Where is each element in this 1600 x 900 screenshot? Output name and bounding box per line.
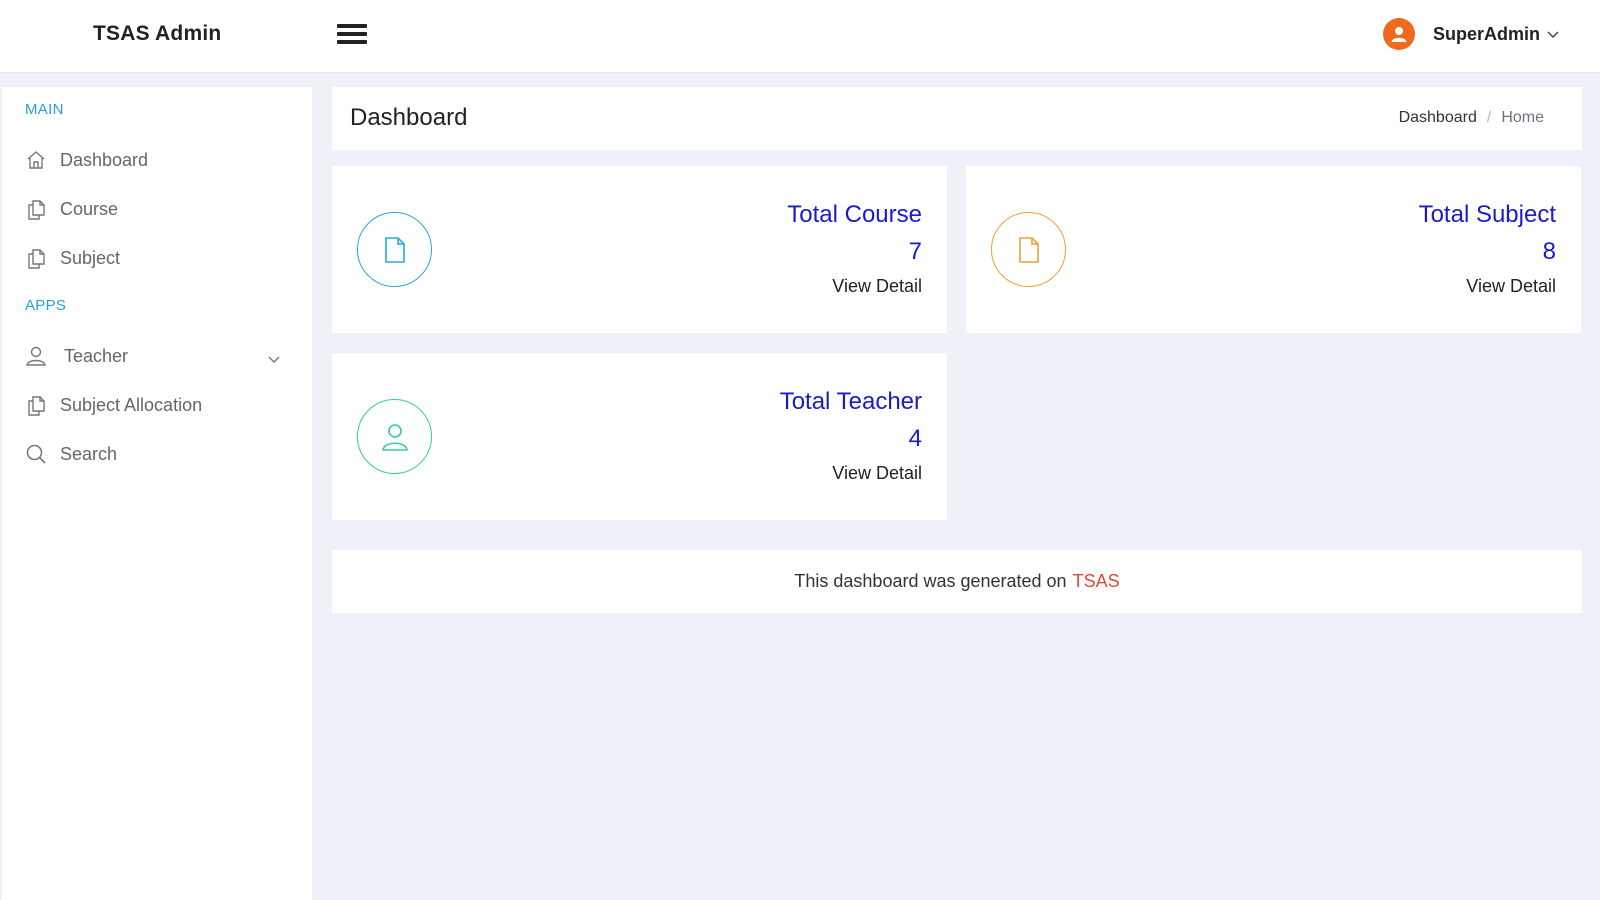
sidebar-item-subject-allocation[interactable]: Subject Allocation <box>24 388 289 422</box>
page-title: Dashboard <box>350 104 468 131</box>
stat-label: Total Subject <box>1418 201 1556 228</box>
sidebar-item-search[interactable]: Search <box>24 437 289 471</box>
stat-card-teacher: Total Teacher 4 View Detail <box>332 353 947 520</box>
breadcrumb-link-dashboard[interactable]: Dashboard <box>1399 109 1477 127</box>
sidebar-heading-main: MAIN <box>25 101 64 118</box>
user-icon <box>24 344 48 368</box>
file-icon <box>384 236 405 263</box>
stat-value: 4 <box>908 425 922 452</box>
view-detail-link[interactable]: View Detail <box>832 463 922 484</box>
sidebar: MAIN Dashboard Course Subject APPS Teach… <box>2 87 312 900</box>
user-menu[interactable]: SuperAdmin <box>1382 16 1560 52</box>
hamburger-line <box>337 32 367 36</box>
documents-icon <box>24 246 48 270</box>
card-icon-circle <box>357 212 432 287</box>
file-icon <box>1018 236 1039 263</box>
breadcrumb-current: Home <box>1501 109 1544 126</box>
chevron-down-icon[interactable] <box>267 348 281 369</box>
stat-value: 7 <box>908 238 922 265</box>
view-detail-link[interactable]: View Detail <box>832 276 922 297</box>
sidebar-item-label: Search <box>60 443 118 464</box>
stat-card-course: Total Course 7 View Detail <box>332 166 947 333</box>
menu-toggle-button[interactable] <box>337 24 367 48</box>
card-icon-circle <box>357 399 432 474</box>
sidebar-heading-apps: APPS <box>25 297 67 314</box>
breadcrumb: Dashboard / Home <box>1399 109 1544 127</box>
sidebar-item-teacher[interactable]: Teacher <box>24 339 289 373</box>
stat-label: Total Course <box>787 201 922 228</box>
sidebar-item-label: Subject <box>60 247 121 268</box>
brand-title[interactable]: TSAS Admin <box>93 22 221 46</box>
footer: This dashboard was generated on TSAS <box>332 550 1582 613</box>
avatar <box>1382 18 1415 50</box>
documents-icon <box>24 393 48 417</box>
stat-card-subject: Total Subject 8 View Detail <box>966 166 1581 333</box>
home-icon <box>24 148 48 172</box>
card-icon-circle <box>991 212 1066 287</box>
sidebar-item-label: Teacher <box>64 345 129 366</box>
hamburger-line <box>337 40 367 44</box>
user-icon <box>381 423 408 451</box>
hamburger-line <box>337 24 367 28</box>
sidebar-item-subject[interactable]: Subject <box>24 241 289 275</box>
footer-brand-link[interactable]: TSAS <box>1073 571 1120 592</box>
chevron-down-icon <box>1547 31 1559 39</box>
sidebar-item-course[interactable]: Course <box>24 192 289 226</box>
sidebar-item-label: Course <box>60 198 119 219</box>
user-icon <box>1391 27 1407 42</box>
sidebar-item-label: Subject Allocation <box>60 394 203 415</box>
search-icon <box>24 442 48 466</box>
view-detail-link[interactable]: View Detail <box>1466 276 1556 297</box>
footer-text: This dashboard was generated on <box>794 571 1067 591</box>
page-header: Dashboard Dashboard / Home <box>332 87 1582 150</box>
stat-label: Total Teacher <box>779 388 922 415</box>
top-navbar: TSAS Admin SuperAdmin <box>0 0 1600 73</box>
sidebar-item-dashboard[interactable]: Dashboard <box>24 143 289 177</box>
sidebar-item-label: Dashboard <box>60 149 149 170</box>
breadcrumb-separator: / <box>1486 109 1492 126</box>
stat-value: 8 <box>1542 238 1556 265</box>
user-name: SuperAdmin <box>1432 23 1540 44</box>
documents-icon <box>24 197 48 221</box>
